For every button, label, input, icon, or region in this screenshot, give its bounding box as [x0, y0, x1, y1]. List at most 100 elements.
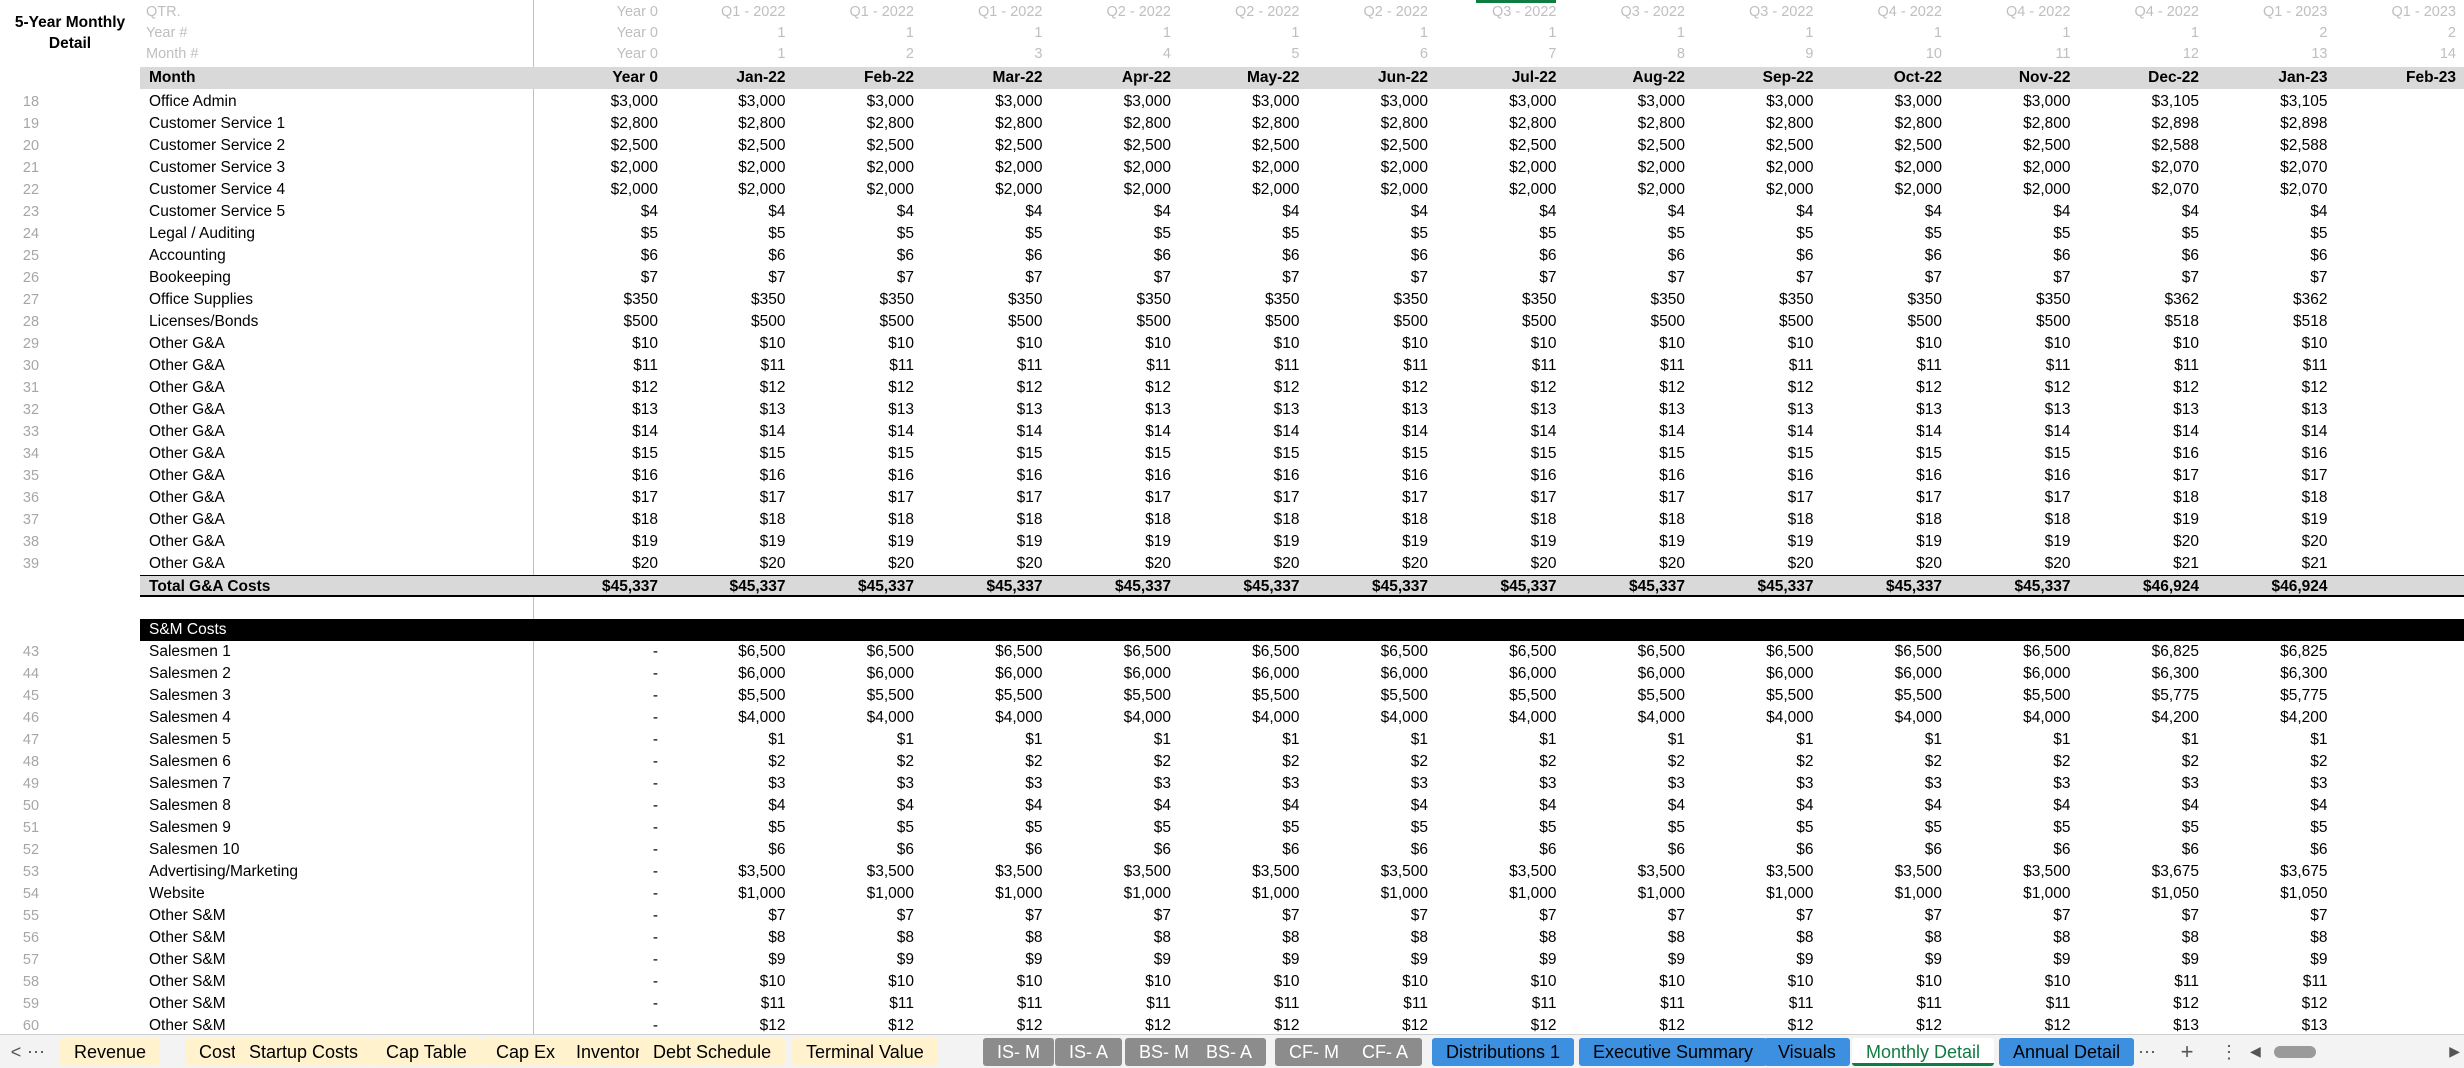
- month-value-cell[interactable]: $3,000: [1819, 91, 1948, 113]
- month-value-cell[interactable]: $2,000: [1690, 157, 1819, 179]
- header-row-label[interactable]: Year #: [146, 22, 534, 44]
- month-value-cell[interactable]: $6,000: [1176, 663, 1305, 685]
- year0-value-cell[interactable]: $6: [534, 245, 662, 267]
- year0-value-cell[interactable]: $350: [534, 289, 662, 311]
- month-value-cell[interactable]: $11: [1176, 993, 1305, 1015]
- month-value-cell[interactable]: $3: [1176, 773, 1305, 795]
- month-value-cell[interactable]: $9: [1176, 949, 1305, 971]
- month-value-cell[interactable]: $8: [1433, 927, 1562, 949]
- month-value-cell[interactable]: $3,500: [1690, 861, 1819, 883]
- month-value-cell[interactable]: $7: [1947, 267, 2076, 289]
- month-value-cell[interactable]: $20: [1433, 553, 1562, 575]
- line-item-label[interactable]: Other S&M: [146, 927, 534, 949]
- month-value-cell[interactable]: $1: [1562, 729, 1691, 751]
- month-value-cell[interactable]: $2,500: [1433, 135, 1562, 157]
- month-value-cell[interactable]: $2,800: [1690, 113, 1819, 135]
- month-value-cell[interactable]: $4: [1048, 795, 1177, 817]
- row-number[interactable]: 28: [0, 311, 62, 333]
- month-value-cell[interactable]: $500: [1690, 311, 1819, 333]
- month-value-cell[interactable]: $1: [919, 729, 1048, 751]
- spreadsheet-grid[interactable]: 5-Year Monthly Detail QTR. Year 0 Q1 - 202…: [0, 0, 2464, 1034]
- month-value-cell[interactable]: $6,825: [2076, 641, 2205, 663]
- month-value-cell[interactable]: $6,500: [1433, 641, 1562, 663]
- month-value-cell[interactable]: $2,800: [1819, 113, 1948, 135]
- month-value-cell[interactable]: $7: [1176, 905, 1305, 927]
- month-value-cell[interactable]: $6: [1819, 245, 1948, 267]
- month-value-cell[interactable]: $350: [1305, 289, 1434, 311]
- month-value-cell[interactable]: $5: [2204, 223, 2333, 245]
- month-value-cell[interactable]: $5,500: [1562, 685, 1691, 707]
- total-ga-month-cell[interactable]: $45,337: [1819, 576, 1948, 598]
- year0-value-cell[interactable]: $13: [534, 399, 662, 421]
- month-value-cell[interactable]: $11: [662, 993, 791, 1015]
- month-value-cell[interactable]: $2,070: [2204, 179, 2333, 201]
- month-value-cell[interactable]: $350: [1690, 289, 1819, 311]
- month-value-cell[interactable]: $350: [662, 289, 791, 311]
- month-value-cell[interactable]: $4,000: [1819, 707, 1948, 729]
- year0-value-cell[interactable]: -: [534, 993, 662, 1015]
- month-value-cell[interactable]: $6: [1433, 245, 1562, 267]
- month-value-cell[interactable]: $350: [1947, 289, 2076, 311]
- month-value-cell[interactable]: $350: [1562, 289, 1691, 311]
- row-number[interactable]: 54: [0, 883, 62, 905]
- month-value-cell[interactable]: $13: [1305, 399, 1434, 421]
- month-value-cell[interactable]: $12: [1305, 1015, 1434, 1034]
- month-value-cell[interactable]: $15: [1305, 443, 1434, 465]
- month-value-cell[interactable]: $2,000: [1176, 179, 1305, 201]
- row-number[interactable]: 33: [0, 421, 62, 443]
- month-value-cell[interactable]: $4: [1947, 201, 2076, 223]
- month-value-cell[interactable]: $10: [919, 333, 1048, 355]
- month-value-cell[interactable]: $2,000: [1176, 157, 1305, 179]
- month-value-cell[interactable]: $8: [1690, 927, 1819, 949]
- year0-value-cell[interactable]: $2,000: [534, 179, 662, 201]
- row-number[interactable]: 36: [0, 487, 62, 509]
- header-row-label[interactable]: QTR.: [146, 1, 534, 23]
- month-value-cell[interactable]: $13: [662, 399, 791, 421]
- month-value-cell[interactable]: $12: [1562, 377, 1691, 399]
- month-value-cell[interactable]: $7: [1690, 267, 1819, 289]
- month-value-cell[interactable]: $4: [1305, 795, 1434, 817]
- month-value-cell[interactable]: $11: [1176, 355, 1305, 377]
- month-value-cell[interactable]: $1,000: [662, 883, 791, 905]
- month-value-cell[interactable]: $18: [1562, 509, 1691, 531]
- year0-column-header[interactable]: Year 0: [534, 67, 662, 89]
- month-value-cell[interactable]: $2,070: [2204, 157, 2333, 179]
- month-value-cell[interactable]: $6: [1690, 245, 1819, 267]
- month-value-cell[interactable]: $15: [1947, 443, 2076, 465]
- month-value-cell[interactable]: $11: [1305, 355, 1434, 377]
- month-value-cell[interactable]: $19: [919, 531, 1048, 553]
- month-value-cell[interactable]: $7: [1305, 267, 1434, 289]
- month-value-cell[interactable]: $17: [1947, 487, 2076, 509]
- month-value-cell[interactable]: $7: [1562, 905, 1691, 927]
- month-value-cell[interactable]: $19: [662, 531, 791, 553]
- month-value-cell[interactable]: $5: [919, 817, 1048, 839]
- month-value-cell[interactable]: $13: [1947, 399, 2076, 421]
- month-value-cell[interactable]: $2: [2076, 751, 2205, 773]
- month-value-cell[interactable]: Q4 - 2022: [1819, 1, 1948, 23]
- month-value-cell[interactable]: $4: [1305, 201, 1434, 223]
- month-value-cell[interactable]: $4,200: [2204, 707, 2333, 729]
- month-value-cell[interactable]: $13: [1562, 399, 1691, 421]
- month-value-cell[interactable]: $8: [1562, 927, 1691, 949]
- month-value-cell[interactable]: $6: [1690, 839, 1819, 861]
- month-value-cell[interactable]: $6,500: [1562, 641, 1691, 663]
- month-value-cell[interactable]: $2,800: [1176, 113, 1305, 135]
- sheet-tab[interactable]: CF- M: [1275, 1038, 1353, 1066]
- row-number[interactable]: 22: [0, 179, 62, 201]
- month-value-cell[interactable]: 11: [1947, 43, 2076, 65]
- month-value-cell[interactable]: $16: [1305, 465, 1434, 487]
- sheet-tab[interactable]: Revenue: [60, 1038, 161, 1066]
- month-value-cell[interactable]: $6,500: [1305, 641, 1434, 663]
- month-value-cell[interactable]: $1,000: [1305, 883, 1434, 905]
- month-value-cell[interactable]: $7: [662, 905, 791, 927]
- line-item-label[interactable]: Customer Service 3: [146, 157, 534, 179]
- month-value-cell[interactable]: $7: [1947, 905, 2076, 927]
- month-value-cell[interactable]: $1,000: [1176, 883, 1305, 905]
- month-column-header[interactable]: Oct-22: [1819, 67, 1948, 89]
- year0-value-cell[interactable]: $2,500: [534, 135, 662, 157]
- month-value-cell[interactable]: $13: [1433, 399, 1562, 421]
- month-value-cell[interactable]: $20: [791, 553, 920, 575]
- month-value-cell[interactable]: $5: [1305, 817, 1434, 839]
- scroll-right-arrow-icon[interactable]: ▶: [2449, 1043, 2460, 1060]
- month-value-cell[interactable]: $6: [1947, 245, 2076, 267]
